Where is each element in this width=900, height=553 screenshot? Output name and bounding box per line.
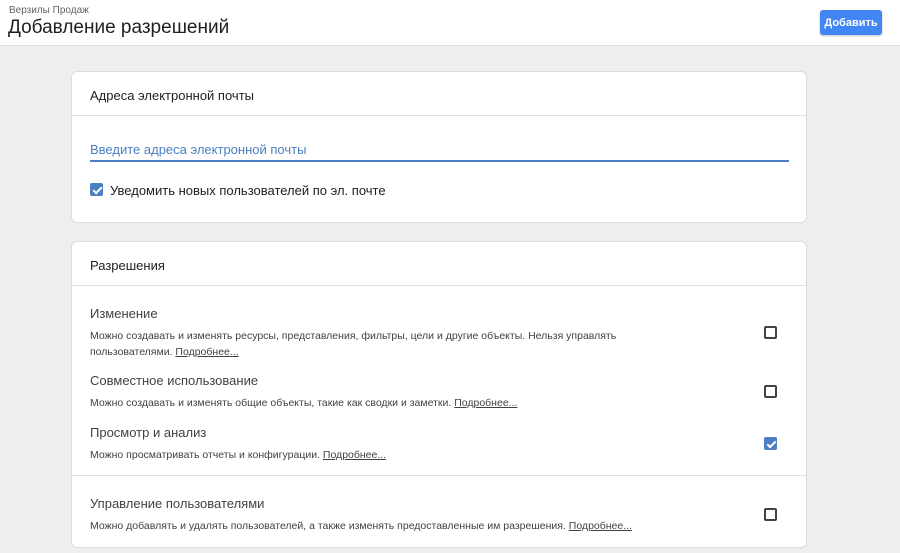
breadcrumb: Верзилы Продаж [9, 5, 89, 16]
notify-label: Уведомить новых пользователей по эл. поч… [110, 183, 386, 198]
permission-description: Можно добавлять и удалять пользователей,… [90, 518, 690, 534]
more-link[interactable]: Подробнее... [454, 397, 517, 409]
permission-manage-users-checkbox[interactable] [764, 508, 777, 521]
permissions-section-title: Разрешения [90, 258, 165, 273]
permission-description-text: Можно просматривать отчеты и конфигураци… [90, 449, 320, 461]
permission-title: Управление пользователями [90, 496, 265, 511]
email-section-title: Адреса электронной почты [90, 88, 254, 103]
permission-title: Совместное использование [90, 373, 259, 388]
notify-checkbox[interactable] [90, 183, 103, 196]
permission-collaborate-checkbox[interactable] [764, 385, 777, 398]
page-title: Добавление разрешений [8, 17, 230, 38]
permissions-card-header: Разрешения [72, 242, 806, 286]
permission-read-analyze-checkbox[interactable] [764, 437, 777, 450]
divider [72, 475, 806, 476]
email-card-header: Адреса электронной почты [72, 72, 806, 116]
permission-description-text: Можно создавать и изменять ресурсы, пред… [90, 330, 617, 358]
more-link[interactable]: Подробнее... [175, 346, 238, 358]
permission-description: Можно создавать и изменять ресурсы, пред… [90, 328, 690, 360]
permissions-card: Разрешения Изменение Можно создавать и и… [71, 241, 807, 548]
permission-description: Можно создавать и изменять общие объекты… [90, 395, 690, 411]
permission-edit-checkbox[interactable] [764, 326, 777, 339]
permission-description: Можно просматривать отчеты и конфигураци… [90, 447, 690, 463]
add-button[interactable]: Добавить [820, 10, 882, 35]
email-card: Адреса электронной почты Уведомить новых… [71, 71, 807, 223]
permission-description-text: Можно добавлять и удалять пользователей,… [90, 520, 566, 532]
page-header: Верзилы Продаж Добавление разрешений Доб… [0, 0, 900, 46]
more-link[interactable]: Подробнее... [323, 449, 386, 461]
permission-title: Изменение [90, 306, 158, 321]
email-input[interactable] [90, 138, 789, 162]
permission-description-text: Можно создавать и изменять общие объекты… [90, 397, 452, 409]
more-link[interactable]: Подробнее... [569, 520, 632, 532]
permission-title: Просмотр и анализ [90, 425, 207, 440]
